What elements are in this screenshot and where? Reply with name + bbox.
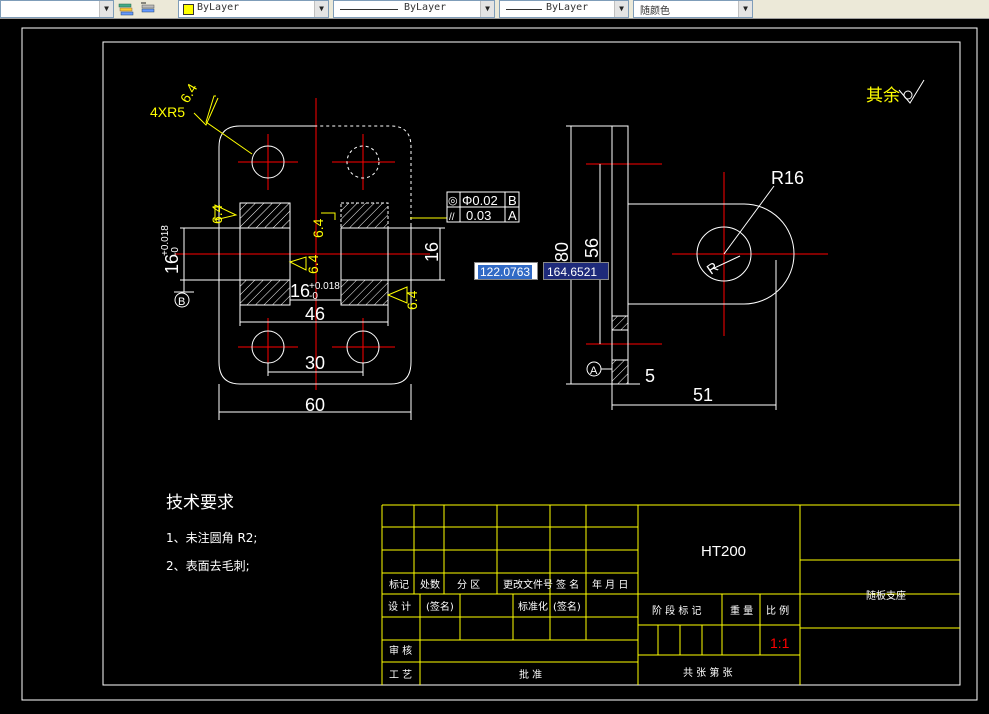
yellow-swatch: [183, 4, 194, 15]
svg-text:审 核: 审 核: [389, 644, 412, 657]
svg-text:1、未注圆角 R2;: 1、未注圆角 R2;: [166, 530, 257, 545]
dim-5: 5: [645, 366, 655, 386]
svg-text:更改文件号: 更改文件号: [503, 578, 553, 591]
holes-note: 4XR5: [150, 104, 185, 120]
material-label: HT200: [701, 543, 746, 560]
svg-text:分 区: 分 区: [457, 579, 480, 591]
lineweight-dropdown[interactable]: ByLayer ▼: [499, 0, 629, 18]
svg-text:阶 段 标 记: 阶 段 标 记: [652, 604, 702, 617]
part-name: 随板支座: [866, 589, 906, 602]
svg-text:(签名): (签名): [426, 600, 454, 613]
dim-16-mid: 16: [290, 281, 310, 301]
svg-text:A: A: [508, 208, 517, 223]
line-sample: [506, 9, 542, 10]
svg-text:B: B: [508, 193, 517, 208]
svg-text:设 计: 设 计: [388, 600, 411, 613]
dim-51: 51: [693, 385, 713, 405]
chevron-down-icon[interactable]: ▼: [480, 1, 494, 17]
plotstyle-value: 随颜色: [640, 6, 670, 17]
dim-60: 60: [305, 395, 325, 415]
svg-text:6.4: 6.4: [209, 204, 225, 224]
properties-toolbar: ▼ ByLayer ▼ ByLayer ▼ ByLayer ▼ 随颜色 ▼: [0, 0, 989, 19]
svg-text:批 准: 批 准: [519, 668, 542, 681]
svg-text:技术要求: 技术要求: [166, 493, 234, 513]
chevron-down-icon[interactable]: ▼: [738, 1, 752, 17]
dynamic-input-x-value: 122.0763: [478, 265, 533, 279]
chevron-down-icon[interactable]: ▼: [99, 1, 113, 17]
dim-16-right: 16: [422, 242, 442, 262]
linetype-dropdown[interactable]: ByLayer ▼: [333, 0, 495, 18]
svg-text:-0: -0: [170, 247, 181, 256]
color-value: ByLayer: [197, 2, 240, 13]
line-sample: [340, 9, 398, 10]
svg-text:年 月 日: 年 月 日: [592, 578, 628, 591]
dim-46: 46: [305, 304, 325, 324]
scale-value: 1:1: [770, 635, 790, 651]
svg-text:工 艺: 工 艺: [389, 669, 412, 681]
svg-text:重 量: 重 量: [730, 604, 753, 617]
dim-30: 30: [305, 353, 325, 373]
svg-text:处数: 处数: [420, 578, 440, 591]
dim-r16: R16: [771, 168, 804, 188]
svg-text:6.4: 6.4: [310, 218, 326, 238]
chevron-down-icon[interactable]: ▼: [314, 1, 328, 17]
dim-80: 80: [552, 242, 572, 262]
svg-text:签 名: 签 名: [556, 578, 579, 591]
svg-text:◎: ◎: [448, 195, 458, 207]
lineweight-value: ByLayer: [546, 2, 589, 13]
svg-text:(签名): (签名): [553, 600, 581, 613]
svg-text:6.4: 6.4: [404, 290, 420, 310]
svg-text:标准化: 标准化: [518, 600, 548, 613]
layer-previous-icon[interactable]: [139, 1, 157, 17]
linetype-value: ByLayer: [404, 2, 447, 13]
svg-text:Φ0.02: Φ0.02: [462, 193, 498, 208]
svg-text://: //: [449, 212, 455, 223]
dynamic-input-x[interactable]: 122.0763: [474, 262, 538, 280]
svg-text:比 例: 比 例: [766, 604, 789, 617]
svg-text:2、表面去毛刺;: 2、表面去毛刺;: [166, 559, 250, 573]
svg-text:0.03: 0.03: [466, 208, 491, 223]
color-dropdown[interactable]: ByLayer ▼: [178, 0, 329, 18]
plotstyle-dropdown[interactable]: 随颜色 ▼: [633, 0, 753, 18]
layer-states-icon[interactable]: [117, 1, 135, 17]
svg-text:共 张 第 张: 共 张 第 张: [683, 666, 733, 679]
drawing-canvas[interactable]: 其余 60 46 30 16 16 16 +0.018 -0 +0.018 -0…: [0, 19, 989, 714]
svg-text:-0: -0: [309, 291, 318, 302]
dynamic-input-y[interactable]: 164.6521: [543, 262, 609, 280]
svg-text:6.4: 6.4: [305, 254, 321, 274]
svg-text:B: B: [178, 296, 185, 308]
chevron-down-icon[interactable]: ▼: [614, 1, 628, 17]
svg-text:标记: 标记: [389, 579, 409, 591]
svg-text:其余: 其余: [866, 86, 900, 106]
layer-dropdown-tail[interactable]: ▼: [0, 0, 114, 18]
dim-56: 56: [582, 238, 602, 258]
svg-text:A: A: [590, 365, 598, 377]
